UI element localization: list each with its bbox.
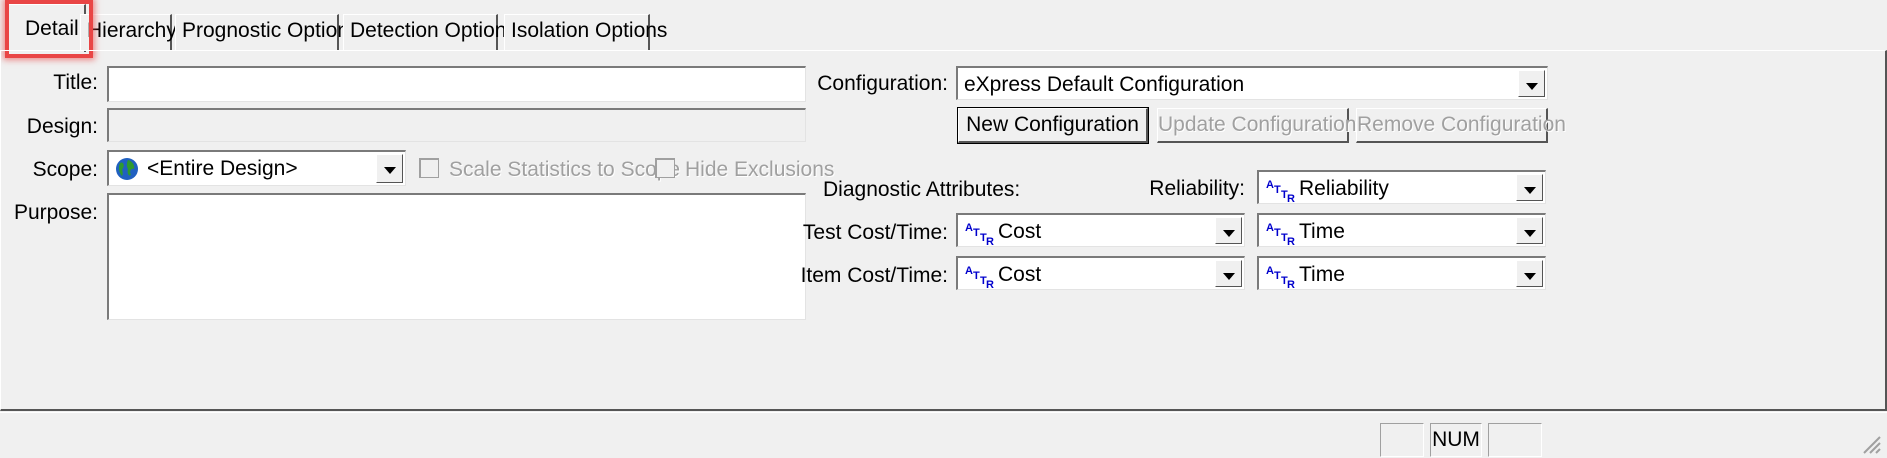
svg-text:A: A <box>1266 179 1274 191</box>
title-input[interactable] <box>107 66 806 102</box>
reliability-value: Reliability <box>1299 177 1389 200</box>
resize-grip-icon[interactable] <box>1860 433 1882 455</box>
scope-combo[interactable]: <Entire Design> <box>107 150 406 186</box>
scope-dropdown-button[interactable] <box>376 154 403 183</box>
design-label: Design: <box>26 115 98 138</box>
item-cost-value: Cost <box>998 263 1042 286</box>
tab-label: Detection Options <box>350 19 517 42</box>
test-time-value: Time <box>1299 220 1345 243</box>
remove-configuration-button[interactable]: Remove Configuration <box>1356 108 1566 143</box>
attribute-icon: A T T R <box>1266 179 1295 202</box>
tab-label: Isolation Options <box>511 19 668 42</box>
tab-hierarchy[interactable]: Hierarchy <box>80 14 177 51</box>
purpose-label: Purpose: <box>13 201 98 224</box>
tab-prognostic-options[interactable]: Prognostic Options <box>175 14 359 51</box>
svg-text:R: R <box>1287 236 1295 245</box>
reliability-combo[interactable]: A T T R Reliability <box>1257 170 1546 204</box>
test-cost-dropdown-button[interactable] <box>1215 217 1242 244</box>
svg-text:R: R <box>1287 279 1295 288</box>
configuration-label: Configuration: <box>817 72 948 95</box>
status-panel-num: NUM <box>1430 423 1482 457</box>
hide-exclusions-label: Hide Exclusions <box>685 158 835 181</box>
status-panel-caps <box>1380 423 1424 457</box>
attribute-icon: A T T R <box>965 222 994 245</box>
scale-statistics-label: Scale Statistics to Scope <box>449 158 681 181</box>
svg-text:T: T <box>1274 227 1281 239</box>
item-cost-combo[interactable]: A T T R Cost <box>956 256 1245 290</box>
attribute-icon: A T T R <box>1266 265 1295 288</box>
design-field <box>107 108 806 142</box>
scope-label: Scope: <box>32 158 98 181</box>
reliability-dropdown-button[interactable] <box>1516 174 1543 201</box>
svg-text:T: T <box>973 227 980 239</box>
svg-text:T: T <box>1274 184 1281 196</box>
tab-label: Hierarchy <box>87 19 177 42</box>
svg-text:R: R <box>1287 193 1295 202</box>
svg-text:R: R <box>986 236 994 245</box>
svg-text:A: A <box>1266 222 1274 234</box>
scope-value: <Entire Design> <box>147 157 298 180</box>
update-configuration-button[interactable]: Update Configuration <box>1157 108 1356 143</box>
tab-label: Prognostic Options <box>182 19 360 42</box>
attribute-icon: A T T R <box>1266 222 1295 245</box>
tab-isolation-options[interactable]: Isolation Options <box>504 14 667 51</box>
svg-text:A: A <box>965 265 973 277</box>
status-panel-scroll <box>1488 423 1542 457</box>
svg-text:R: R <box>986 279 994 288</box>
title-label: Title: <box>53 71 98 94</box>
item-time-combo[interactable]: A T T R Time <box>1257 256 1546 290</box>
test-time-combo[interactable]: A T T R Time <box>1257 213 1546 247</box>
configuration-dropdown-button[interactable] <box>1518 70 1545 97</box>
purpose-textarea[interactable] <box>107 193 806 320</box>
item-time-value: Time <box>1299 263 1345 286</box>
new-configuration-button[interactable]: New Configuration <box>957 107 1149 144</box>
hide-exclusions-checkbox <box>655 158 675 178</box>
tab-detection-options[interactable]: Detection Options <box>343 14 517 51</box>
item-cost-time-label: Item Cost/Time: <box>800 264 948 287</box>
item-cost-dropdown-button[interactable] <box>1215 260 1242 287</box>
diagnostic-attributes-label: Diagnostic Attributes: <box>823 178 1021 201</box>
svg-text:T: T <box>973 270 980 282</box>
globe-icon <box>116 158 138 180</box>
tab-label: Detail <box>25 17 79 40</box>
test-cost-value: Cost <box>998 220 1042 243</box>
test-time-dropdown-button[interactable] <box>1516 217 1543 244</box>
reliability-label: Reliability: <box>1149 177 1245 200</box>
configuration-combo[interactable]: eXpress Default Configuration <box>956 66 1548 100</box>
scale-statistics-checkbox <box>419 158 439 178</box>
svg-text:A: A <box>965 222 973 234</box>
svg-text:A: A <box>1266 265 1274 277</box>
test-cost-combo[interactable]: A T T R Cost <box>956 213 1245 247</box>
tab-detail[interactable]: Detail <box>8 4 86 52</box>
status-bar: NUM <box>0 412 1887 458</box>
attribute-icon: A T T R <box>965 265 994 288</box>
svg-text:T: T <box>1274 270 1281 282</box>
test-cost-time-label: Test Cost/Time: <box>802 221 948 244</box>
item-time-dropdown-button[interactable] <box>1516 260 1543 287</box>
configuration-value: eXpress Default Configuration <box>964 73 1245 96</box>
